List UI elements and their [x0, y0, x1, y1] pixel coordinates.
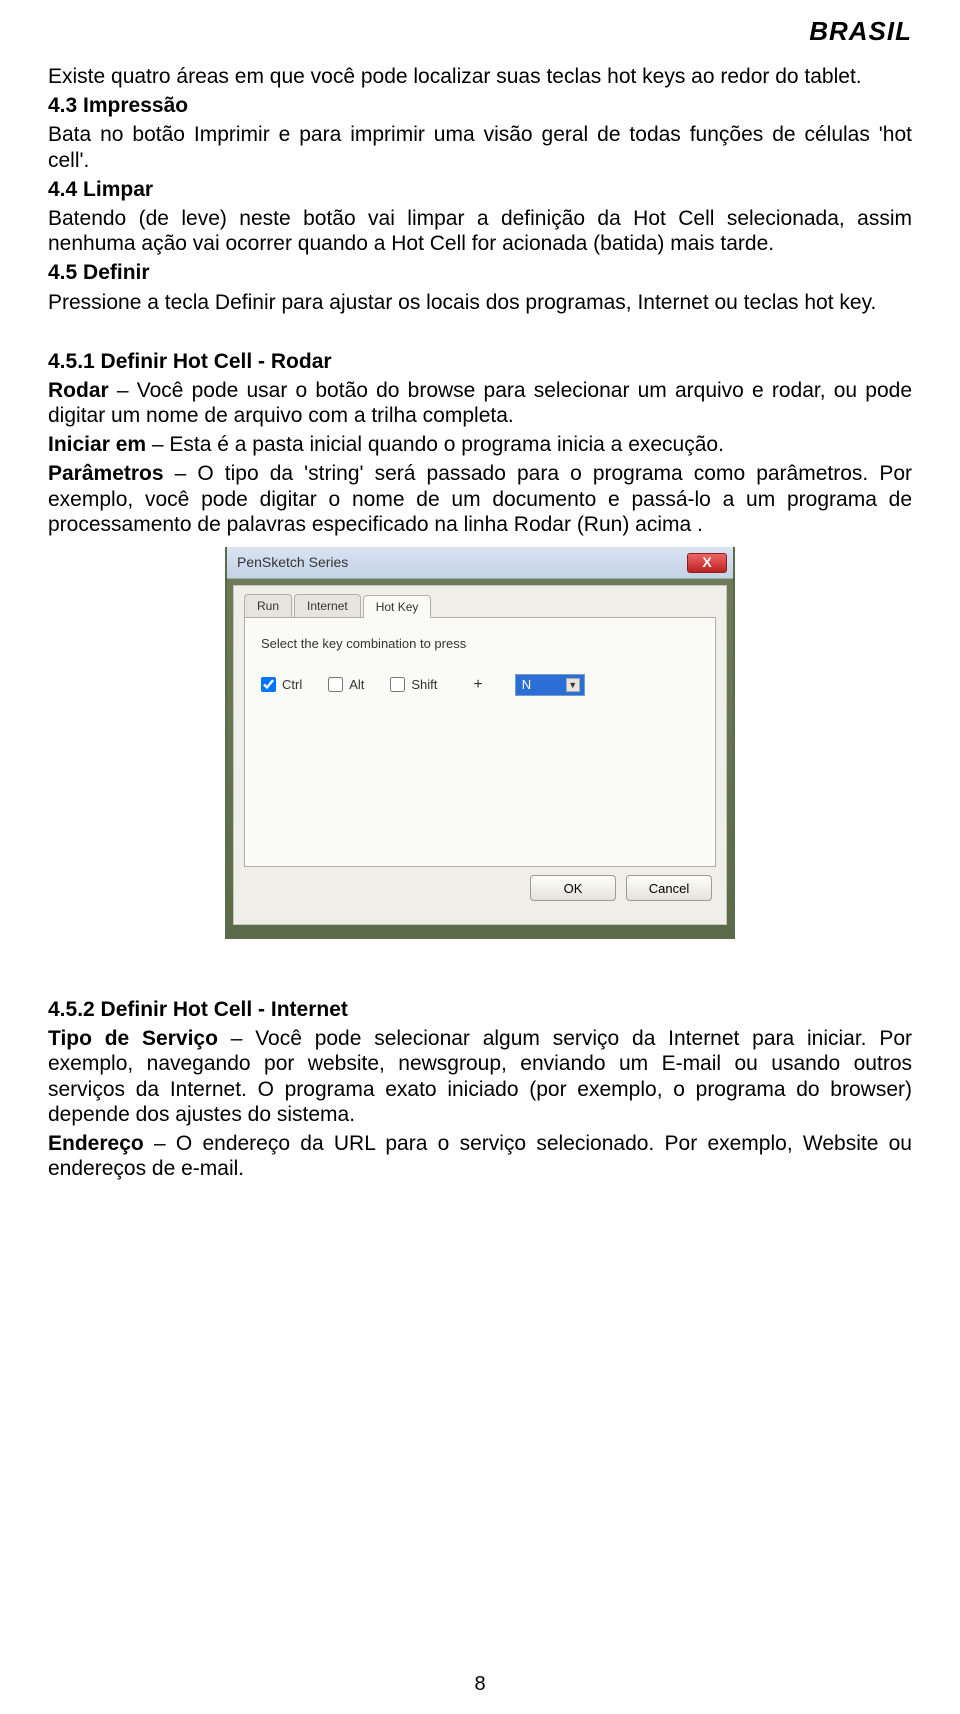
text-iniciar: – Esta é a pasta inicial quando o progra… [146, 433, 724, 456]
checkbox-shift-input[interactable] [390, 677, 405, 692]
ok-button[interactable]: OK [530, 875, 616, 901]
body-4-3: Bata no botão Imprimir e para imprimir u… [48, 122, 912, 172]
text-endereco: – O endereço da URL para o serviço selec… [48, 1132, 912, 1180]
heading-4-5: 4.5 Definir [48, 261, 150, 284]
brand-label: BRASIL [809, 16, 912, 47]
heading-4-3: 4.3 Impressão [48, 94, 188, 117]
checkbox-ctrl-input[interactable] [261, 677, 276, 692]
key-combobox[interactable]: N ▼ [515, 674, 585, 696]
tab-hotkey[interactable]: Hot Key [363, 595, 432, 618]
checkbox-alt-label: Alt [349, 677, 364, 693]
tabpanel-hotkey: Select the key combination to press Ctrl… [244, 617, 716, 867]
close-icon: X [702, 554, 711, 571]
label-iniciar: Iniciar em [48, 433, 146, 456]
body-4-4: Batendo (de leve) neste botão vai limpar… [48, 206, 912, 256]
body-4-5: Pressione a tecla Definir para ajustar o… [48, 290, 912, 315]
label-parametros: Parâmetros [48, 462, 164, 485]
heading-4-5-2: 4.5.2 Definir Hot Cell - Internet [48, 998, 348, 1021]
checkbox-ctrl-label: Ctrl [282, 677, 302, 693]
heading-4-4: 4.4 Limpar [48, 178, 153, 201]
chevron-down-icon: ▼ [566, 678, 580, 692]
checkbox-ctrl[interactable]: Ctrl [261, 677, 302, 693]
tab-internet[interactable]: Internet [294, 594, 361, 617]
key-combobox-value: N [522, 677, 531, 693]
close-button[interactable]: X [687, 553, 727, 573]
checkbox-shift[interactable]: Shift [390, 677, 437, 693]
checkbox-alt[interactable]: Alt [328, 677, 364, 693]
cancel-button[interactable]: Cancel [626, 875, 712, 901]
heading-4-5-1: 4.5.1 Definir Hot Cell - Rodar [48, 350, 332, 373]
plus-separator: + [473, 675, 482, 694]
tab-run[interactable]: Run [244, 594, 292, 617]
label-endereco: Endereço [48, 1132, 144, 1155]
dialog-title: PenSketch Series [237, 554, 687, 571]
text-parametros: – O tipo da 'string' será passado para o… [48, 462, 912, 535]
checkbox-alt-input[interactable] [328, 677, 343, 692]
label-tipo: Tipo de Serviço [48, 1027, 218, 1050]
checkbox-shift-label: Shift [411, 677, 437, 693]
page-number: 8 [0, 1673, 960, 1696]
dialog-pensketch: PenSketch Series X Run Internet Hot Key … [225, 547, 735, 939]
text-rodar: – Você pode usar o botão do browse para … [48, 379, 912, 427]
intro-text: Existe quatro áreas em que você pode loc… [48, 64, 912, 89]
hotkey-instruction: Select the key combination to press [261, 636, 699, 652]
label-rodar: Rodar [48, 379, 109, 402]
dialog-titlebar: PenSketch Series X [227, 547, 733, 579]
